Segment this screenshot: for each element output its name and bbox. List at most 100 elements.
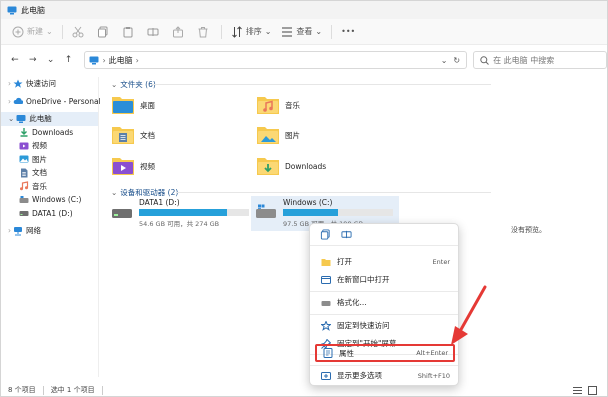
menu-item-open[interactable]: 打开 Enter [315,253,455,270]
devices-group-label: 设备和驱动器 (2) [120,188,179,197]
more-button[interactable]: ••• [336,22,360,42]
chevron-down-icon: ⌄ [46,27,53,36]
back-button[interactable]: ← [7,52,23,68]
sidebar-item-drive-c[interactable]: Windows (C:) [1,193,98,207]
sort-icon [231,25,242,38]
details-view-icon[interactable] [573,386,582,395]
folder-pictures[interactable]: 图片 [256,124,300,146]
menu-item-shortcut: Enter [432,257,450,266]
drive-usage-bar [283,209,393,216]
view-button[interactable]: 查看 ⌄ [276,22,327,42]
copy-icon [97,26,108,37]
star-icon [13,79,23,88]
chevron-right-icon: › [8,96,11,106]
drive-icon [19,211,29,217]
folder-name: 桌面 [140,100,155,110]
status-divider [42,385,44,395]
menu-item-pin-quick-access[interactable]: 固定到快速访问 [315,317,455,334]
new-button[interactable]: 新建 ⌄ [7,22,58,42]
sidebar-item-quick-access[interactable]: › 快速访问 [1,77,98,91]
menu-item-label: 格式化... [337,298,367,307]
sidebar-item-videos[interactable]: 视频 [1,139,98,153]
network-icon [14,226,22,236]
folders-group-header[interactable]: ⌄ 文件夹 (6) [111,79,156,90]
context-menu-quick-actions [310,224,458,246]
chevron-right-icon: › [8,79,11,89]
sort-label: 排序 [245,27,262,36]
sidebar-item-label: OneDrive - Personal [26,96,101,106]
desktop-folder-icon [112,97,134,114]
delete-button[interactable] [192,22,217,42]
menu-item-shortcut: Shift+F10 [417,371,450,380]
folder-desktop[interactable]: 桌面 [111,94,155,116]
chevron-down-icon: ⌄ [315,27,323,36]
share-button[interactable] [167,22,192,42]
search-icon [480,55,489,65]
music-icon [20,181,29,191]
rename-icon[interactable] [341,229,352,240]
chevron-right-icon: › [8,226,11,236]
title-bar: 此电脑 [1,1,607,19]
rename-button[interactable] [142,22,167,42]
windows-drive-icon [256,204,276,218]
search-box[interactable]: 在 此电脑 中搜索 [473,51,607,69]
copy-button[interactable] [92,22,117,42]
sidebar-item-drive-d[interactable]: DATA1 (D:) [1,207,98,221]
window-title: 此电脑 [21,5,45,15]
toolbar-divider [331,24,333,39]
address-bar[interactable]: › 此电脑 › ⌄ ↻ [84,51,468,69]
forward-button[interactable]: → [25,52,41,68]
sidebar-item-label: 视频 [32,141,47,151]
drive-usage-bar [139,209,249,216]
menu-item-format[interactable]: 格式化... [315,294,455,311]
drive-d[interactable]: DATA1 (D:) 54.6 GB 可用，共 274 GB [111,198,249,228]
refresh-icon[interactable]: ↻ [453,56,460,65]
folder-downloads[interactable]: Downloads [256,155,326,177]
paste-button[interactable] [117,22,142,42]
chevron-down-icon: ⌄ [46,55,55,65]
sidebar-item-network[interactable]: › 网络 [1,224,98,238]
view-label: 查看 [296,27,313,36]
sidebar-item-onedrive[interactable]: › OneDrive - Personal [1,95,101,109]
menu-item-label: 打开 [337,257,352,266]
menu-item-open-new-window[interactable]: 在新窗口中打开 [315,271,455,288]
menu-item-show-more-options[interactable]: 显示更多选项 Shift+F10 [315,367,455,384]
folder-videos[interactable]: 视频 [111,155,155,177]
command-bar: 新建 ⌄ 排序 ⌄ 查看 ⌄ ••• [1,19,607,45]
selection-count: 选中 1 个项目 [50,386,95,394]
folder-name: 视频 [140,161,155,171]
devices-group-header[interactable]: ⌄ 设备和驱动器 (2) [111,187,178,198]
up-button[interactable]: ↑ [61,52,77,68]
address-path: 此电脑 [108,55,133,65]
properties-icon [323,348,333,358]
sidebar-item-label: Downloads [32,127,74,137]
plus-circle-icon [12,26,24,37]
sidebar-item-label: 网络 [26,226,41,236]
sidebar-item-label: 图片 [32,154,47,164]
folder-documents[interactable]: 文档 [111,124,155,146]
picture-icon [19,155,29,163]
recent-button[interactable]: ⌄ [43,52,59,68]
rename-icon [147,27,159,36]
downloads-folder-icon [257,158,279,175]
menu-divider [310,291,458,292]
copy-icon[interactable] [320,229,331,240]
chevron-down-icon: ⌄ [111,80,118,89]
search-input[interactable]: 在 此电脑 中搜索 [493,55,554,66]
folder-music[interactable]: 音乐 [256,94,300,116]
sidebar-item-this-pc[interactable]: ⌄ 此电脑 [1,112,98,126]
sidebar-item-pictures[interactable]: 图片 [1,153,98,167]
tiles-view-icon[interactable] [588,385,597,395]
menu-item-properties[interactable]: 属性 Alt+Enter [315,344,455,362]
cut-button[interactable] [67,22,92,42]
sidebar-item-downloads[interactable]: Downloads [1,126,98,140]
sidebar-item-music[interactable]: 音乐 [1,180,98,194]
video-icon [19,142,29,150]
sidebar-item-documents[interactable]: 文档 [1,166,98,180]
drive-info: DATA1 (D:) 54.6 GB 可用，共 274 GB [139,198,249,228]
music-folder-icon [257,97,279,114]
address-dropdown[interactable]: ⌄ [441,56,448,65]
folder-name: 图片 [285,130,300,140]
sort-button[interactable]: 排序 ⌄ [226,22,277,42]
sidebar-item-label: 快速访问 [26,79,56,89]
